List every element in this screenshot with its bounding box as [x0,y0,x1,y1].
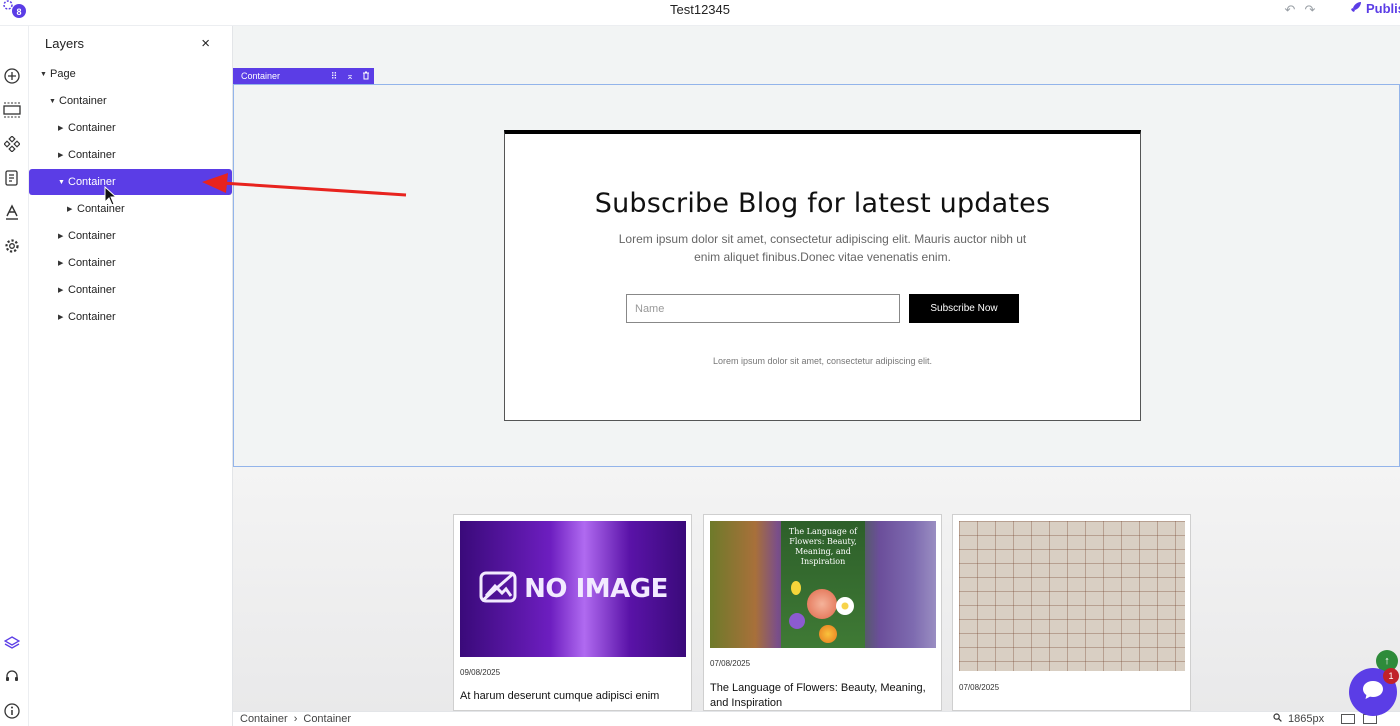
subscribe-description: Lorem ipsum dolor sit amet, consectetur … [618,232,1027,264]
layer-item-container[interactable]: ▶ Container [29,196,232,222]
tulip-shape [791,581,801,595]
caret-right-icon[interactable]: ▶ [67,205,77,213]
support-icon[interactable] [3,668,21,686]
caret-right-icon[interactable]: ▶ [58,313,68,321]
caret-down-icon[interactable]: ▼ [58,179,68,186]
redo-icon[interactable]: ↷ [1303,3,1317,17]
breadcrumb: Container › Container [240,713,351,725]
blog-card[interactable]: The Language of Flowers: Beauty, Meaning… [703,514,942,711]
layers-panel: Layers × ▼ Page ▼ Container ▶ Container … [29,26,233,726]
card-title[interactable]: The Language of Flowers: Beauty, Meaning… [710,681,936,710]
subscribe-footnote: Lorem ipsum dolor sit amet, consectetur … [712,356,933,366]
daisy-shape [836,597,854,615]
violet-shape [789,613,805,629]
card-date: 09/08/2025 [460,668,501,677]
zoom-control[interactable]: 1865px [1273,713,1324,725]
info-icon[interactable] [3,702,21,720]
drag-handle-icon[interactable]: ⠿ [326,71,342,82]
layer-label: Container [68,122,116,134]
layer-item-container[interactable]: ▼ Container [29,88,232,114]
settings-icon[interactable] [3,237,21,255]
page-title: Test12345 [670,2,730,17]
left-rail [0,26,29,726]
chat-icon [1361,679,1385,706]
no-image-text: NO IMAGE [524,574,668,604]
layer-label: Container [59,95,107,107]
text-style-icon[interactable] [3,203,21,221]
chat-notification-badge: 1 [1383,668,1399,684]
zoom-value: 1865px [1288,713,1325,725]
caret-right-icon[interactable]: ▶ [58,124,68,132]
subscribe-section[interactable]: Subscribe Blog for latest updates Lorem … [504,130,1141,421]
chevron-right-icon: › [293,713,298,725]
layer-label: Page [50,68,76,80]
card-date: 07/08/2025 [710,659,751,668]
layers-icon[interactable] [3,634,21,652]
marigold-shape [819,625,837,643]
layer-item-container[interactable]: ▶ Container [29,223,232,249]
rose-shape [807,589,837,619]
mouse-cursor-icon [104,186,118,206]
layers-heading: Layers [45,35,85,51]
breadcrumb-item[interactable]: Container [240,713,288,725]
layer-item-container[interactable]: ▶ Container [29,277,232,303]
caret-right-icon[interactable]: ▶ [58,232,68,240]
layer-item-container-selected[interactable]: ▼ Container [29,169,232,195]
layer-item-container[interactable]: ▶ Container [29,304,232,330]
section-icon[interactable] [3,101,21,119]
top-bar: 8 Test12345 ↶ ↷ Publis [0,0,1400,26]
delete-icon[interactable] [358,71,374,82]
subscribe-title: Subscribe Blog for latest updates [594,188,1051,219]
select-parent-icon[interactable]: ⌅ [342,71,358,82]
close-icon[interactable]: × [201,36,210,51]
subscribe-button[interactable]: Subscribe Now [909,294,1019,323]
blog-card[interactable]: NO IMAGE 09/08/2025 At harum deserunt cu… [453,514,692,711]
publish-label: Publis [1366,1,1400,16]
caret-right-icon[interactable]: ▶ [58,286,68,294]
layer-item-page[interactable]: ▼ Page [29,61,232,87]
layer-label: Container [68,311,116,323]
flower-book-cover: The Language of Flowers: Beauty, Meaning… [781,521,865,648]
layer-item-container[interactable]: ▶ Container [29,250,232,276]
search-icon [1273,713,1282,725]
bottom-bar: Container › Container 1865px [233,711,1400,726]
selected-container-toolbar[interactable]: Container ⠿ ⌅ [233,68,374,84]
caret-down-icon[interactable]: ▼ [49,98,59,105]
book-cover-title: The Language of Flowers: Beauty, Meaning… [788,527,858,566]
layer-label: Container [68,149,116,161]
layer-label: Container [68,284,116,296]
card-image-flowers: The Language of Flowers: Beauty, Meaning… [710,521,936,648]
undo-icon[interactable]: ↶ [1283,3,1297,17]
layers-header: Layers × [29,26,232,60]
layer-item-container[interactable]: ▶ Container [29,142,232,168]
name-input[interactable] [626,294,900,323]
caret-right-icon[interactable]: ▶ [58,259,68,267]
card-image-book-pages [959,521,1185,671]
breadcrumb-item[interactable]: Container [303,713,351,725]
pages-icon[interactable] [3,169,21,187]
card-date: 07/08/2025 [959,683,1000,692]
rocket-icon [1350,1,1362,16]
layer-label: Container [68,257,116,269]
layer-label: Container [68,230,116,242]
caret-right-icon[interactable]: ▶ [58,151,68,159]
caret-down-icon[interactable]: ▼ [40,71,50,78]
card-title[interactable]: At harum deserunt cumque adipisci enim [460,689,686,704]
container-tag-label: Container [241,71,281,81]
desktop-icon[interactable] [1341,714,1355,724]
publish-button[interactable]: Publis [1350,1,1400,16]
components-icon[interactable] [3,135,21,153]
card-image-placeholder: NO IMAGE [460,521,686,657]
layer-item-container[interactable]: ▶ Container [29,115,232,141]
no-image-icon [478,570,518,609]
blog-card[interactable]: 07/08/2025 [952,514,1191,711]
plus-circle-icon[interactable] [3,67,21,85]
